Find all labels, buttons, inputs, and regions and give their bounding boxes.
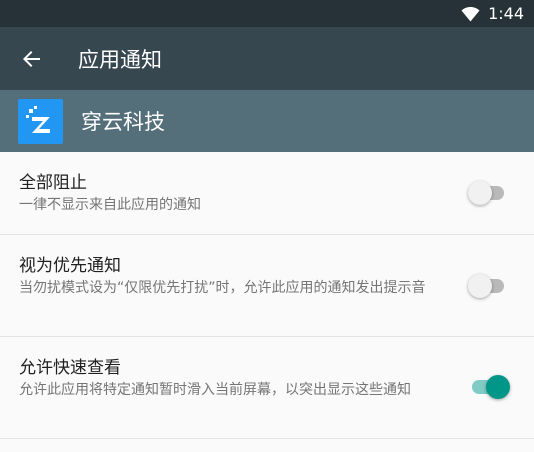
setting-summary: 允许此应用将特定通知暂时滑入当前屏幕，以突出显示这些通知 [19, 382, 411, 398]
app-header: 穿云科技 [0, 90, 534, 152]
setting-summary: 当勿扰模式设为“仅限优先打扰”时，允许此应用的通知发出提示音 [19, 280, 426, 296]
page-title: 应用通知 [78, 47, 162, 72]
back-button[interactable] [17, 44, 47, 74]
wifi-icon [461, 6, 480, 22]
setting-peek[interactable]: 允许快速查看 允许此应用将特定通知暂时滑入当前屏幕，以突出显示这些通知 [0, 337, 534, 439]
app-notifications-screen: 1:44 应用通知 穿云科技 全部阻止 一律不显示来自此应用的通知 视为优先通知… [0, 0, 534, 452]
setting-summary: 一律不显示来自此应用的通知 [19, 197, 201, 213]
setting-title: 全部阻止 [19, 173, 87, 193]
setting-block-all[interactable]: 全部阻止 一律不显示来自此应用的通知 [0, 152, 534, 235]
app-logo-icon [18, 98, 63, 144]
priority-switch[interactable] [468, 273, 506, 299]
status-time: 1:44 [488, 4, 524, 23]
switch-thumb [486, 375, 510, 399]
setting-title: 允许快速查看 [19, 358, 121, 378]
setting-priority[interactable]: 视为优先通知 当勿扰模式设为“仅限优先打扰”时，允许此应用的通知发出提示音 [0, 235, 534, 337]
setting-title: 视为优先通知 [19, 256, 121, 276]
switch-thumb [468, 274, 492, 298]
settings-list: 全部阻止 一律不显示来自此应用的通知 视为优先通知 当勿扰模式设为“仅限优先打扰… [0, 152, 534, 439]
arrow-back-icon [23, 50, 41, 68]
status-bar: 1:44 [0, 0, 534, 27]
toolbar: 应用通知 [0, 27, 534, 90]
block-all-switch[interactable] [468, 180, 506, 206]
peek-switch[interactable] [470, 374, 510, 400]
switch-thumb [468, 181, 492, 205]
app-name: 穿云科技 [81, 110, 165, 134]
